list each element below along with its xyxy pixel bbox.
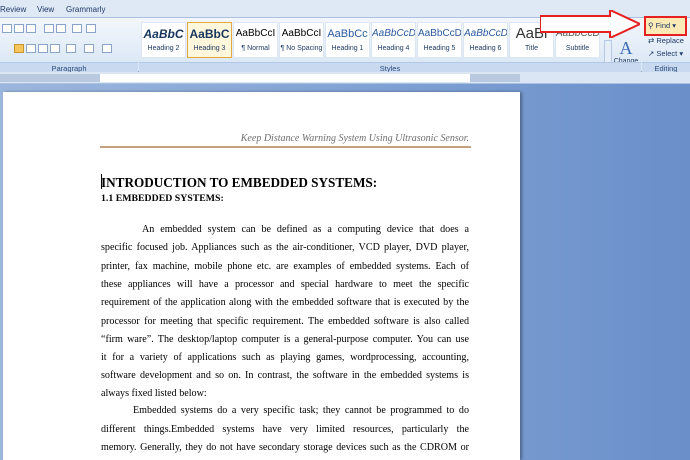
body-line: An embedded system can be defined as a c… [142,224,469,235]
style-name: Subtitle [565,45,590,52]
subheading-embedded-systems: 1.1 EMBEDDED SYSTEMS: [101,193,224,204]
style-name: Heading 6 [469,45,502,52]
increase-indent-icon[interactable] [56,24,66,33]
multilevel-list-icon[interactable] [26,24,36,33]
style-sample: AaBbCcI [235,28,276,39]
body-line: “firm ware”. The desktop/laptop computer… [101,334,469,345]
style-name: Heading 5 [423,45,456,52]
body-line: always fixed listed below: [101,388,207,399]
body-line: different things.Embedded systems have v… [101,424,469,435]
numbering-icon[interactable] [14,24,24,33]
page-header: Keep Distance Warning System Using Ultra… [240,133,469,144]
body-line: printer, fax machine, mobile phone etc. … [101,261,469,272]
style-sample: AaBbC [143,27,184,41]
align-left-icon[interactable] [14,44,24,53]
body-line: requirement of the application along wit… [101,297,469,308]
style-sample: AaBbC [189,27,230,41]
borders-icon[interactable] [102,44,112,53]
body-line: it for a variety of applications such as… [101,352,469,363]
select-button[interactable]: ↗ Select ▾ [648,49,683,58]
find-label: Find [655,21,671,30]
style-name: Title [525,45,538,52]
align-right-icon[interactable] [38,44,48,53]
tab-view[interactable]: View [37,5,54,14]
editing-group-label: Editing [642,62,690,73]
style-no-spacing[interactable]: AaBbCcI ¶ No Spacing [279,22,324,58]
change-styles-icon: A [619,38,633,58]
tab-review[interactable]: Review [0,5,26,14]
styles-group-label: Styles [139,62,641,73]
body-line: software development and so on. In contr… [101,370,469,381]
heading-introduction: INTRODUCTION TO EMBEDDED SYSTEMS: [101,175,378,190]
chevron-down-icon: ▾ [679,49,684,58]
style-sample: AaBbCc [327,28,368,40]
align-center-icon[interactable] [26,44,36,53]
style-normal[interactable]: AaBbCcI ¶ Normal [233,22,278,58]
document-page[interactable]: Keep Distance Warning System Using Ultra… [3,92,520,460]
select-icon: ↗ [648,49,655,58]
style-sample: AaBbCcD [372,28,415,39]
line-spacing-icon[interactable] [66,44,76,53]
justify-icon[interactable] [50,44,60,53]
body-line: memory. Generally, they do not have seco… [101,442,469,453]
paragraph-group-label: Paragraph [0,62,138,73]
style-sample: AaBbCcD [464,28,507,39]
tab-grammarly[interactable]: Grammarly [66,5,106,14]
decrease-indent-icon[interactable] [44,24,54,33]
style-heading-2[interactable]: AaBbC Heading 2 [141,22,186,58]
style-name: ¶ No Spacing [280,45,323,52]
style-heading-5[interactable]: AaBbCcD Heading 5 [417,22,462,58]
chevron-down-icon: ▾ [672,21,677,30]
body-line: Embedded systems do a very specific task… [133,405,469,416]
style-heading-3[interactable]: AaBbC Heading 3 [187,22,232,58]
style-heading-6[interactable]: AaBbCcD Heading 6 [463,22,508,58]
style-name: Heading 1 [331,45,364,52]
body-line: specific focused job. Appliances such as… [101,242,469,253]
horizontal-ruler[interactable] [0,72,690,84]
body-line: processor for meeting that specific requ… [101,316,469,327]
replace-button[interactable]: ⇄ Replace [648,36,684,45]
replace-label: Replace [656,36,684,45]
body-line: these appliances will have a processor a… [101,279,469,290]
style-heading-1[interactable]: AaBbCc Heading 1 [325,22,370,58]
find-button[interactable]: ⚲ Find ▾ [648,21,676,30]
style-sample: AaBbCcD [418,28,461,39]
header-divider [100,146,471,148]
style-heading-4[interactable]: AaBbCcD Heading 4 [371,22,416,58]
editing-group: ⚲ Find ▾ ⇄ Replace ↗ Select ▾ [643,18,690,62]
sort-icon[interactable] [72,24,82,33]
show-formatting-icon[interactable] [86,24,96,33]
arrow-annotation-icon [540,10,640,38]
styles-gallery: AaBbC Heading 2 AaBbC Heading 3 AaBbCcI … [141,22,603,58]
style-sample: AaBbCcI [281,28,322,39]
style-name: Heading 3 [193,45,226,52]
binoculars-icon: ⚲ [648,21,654,30]
style-name: ¶ Normal [241,45,270,52]
bullets-icon[interactable] [2,24,12,33]
shading-icon[interactable] [84,44,94,53]
style-name: Heading 4 [377,45,410,52]
select-label: Select [656,49,678,58]
style-name: Heading 2 [147,45,180,52]
replace-icon: ⇄ [648,36,655,45]
